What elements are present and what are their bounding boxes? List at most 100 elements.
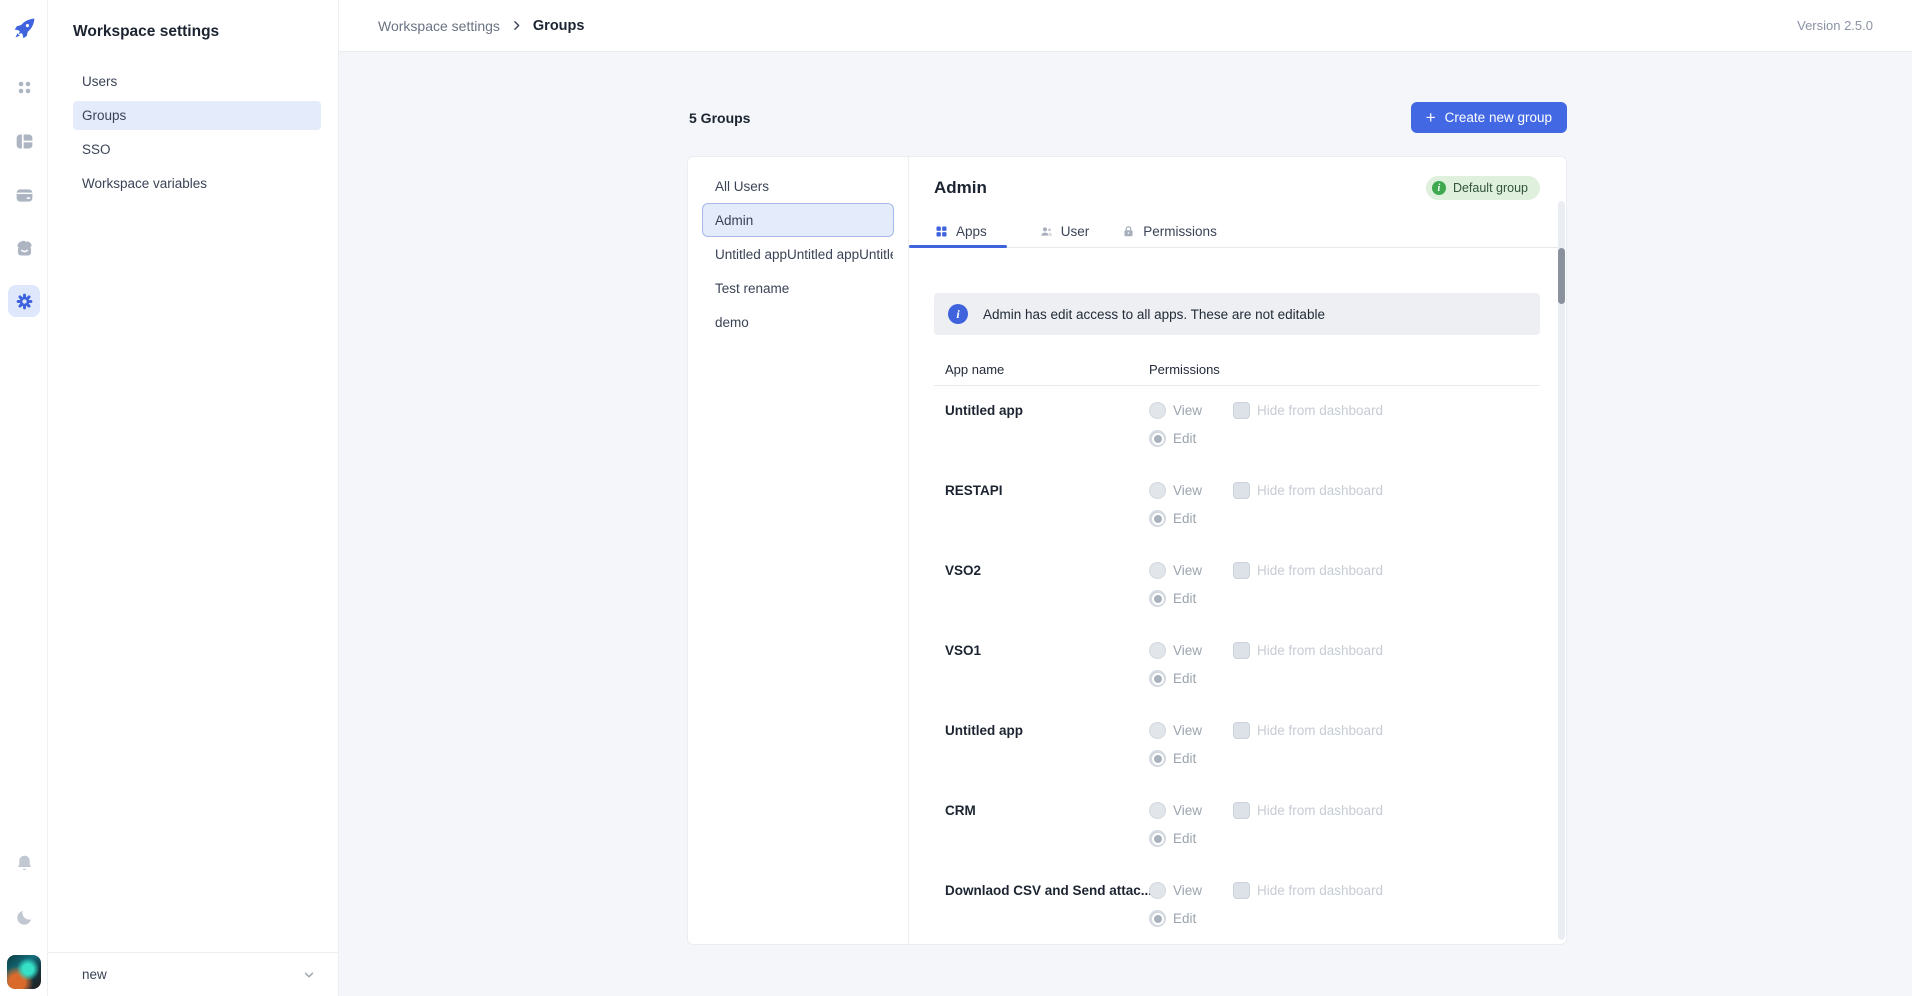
app-name: Downlaod CSV and Send attac... [934,882,1147,945]
edit-radio[interactable] [1149,670,1166,687]
hide-from-dashboard-checkbox[interactable] [1233,562,1250,579]
edit-label: Edit [1173,671,1196,686]
group-title: Admin [934,178,987,198]
info-circle-icon: i [948,304,968,324]
view-radio[interactable] [1149,722,1166,739]
edit-label: Edit [1173,431,1196,446]
app-permission-row: Untitled app View Hide from dashboard Ed… [934,706,1540,786]
app-name: CRM [934,802,1147,866]
hide-from-dashboard-checkbox[interactable] [1233,482,1250,499]
workspace-settings-gear-icon[interactable] [8,285,40,317]
breadcrumb: Workspace settings Groups [378,18,584,34]
rocket-logo-icon[interactable] [12,16,37,41]
permissions-table-header: App name Permissions [934,353,1540,386]
view-radio[interactable] [1149,642,1166,659]
app-builder-layout-icon[interactable] [8,125,40,157]
edit-label: Edit [1173,911,1196,926]
app-permission-row: Downlaod CSV and Send attac... View Hide… [934,866,1540,945]
view-label: View [1173,803,1226,818]
apps-grid-icon [934,224,949,239]
edit-radio[interactable] [1149,830,1166,847]
hide-from-dashboard-label: Hide from dashboard [1257,803,1383,818]
breadcrumb-current: Groups [533,18,585,34]
app-name: Untitled app [934,722,1147,786]
app-permission-row: RESTAPI View Hide from dashboard Edit [934,466,1540,546]
app-name: Untitled app [934,402,1147,466]
app-permission-row: Untitled app View Hide from dashboard Ed… [934,386,1540,466]
sidebar-menu: Users Groups SSO Workspace variables [73,67,321,203]
view-radio[interactable] [1149,402,1166,419]
sidebar-item-sso[interactable]: SSO [73,135,321,164]
tab-permissions[interactable]: Permissions [1121,215,1217,247]
edit-radio[interactable] [1149,430,1166,447]
view-label: View [1173,883,1226,898]
sidebar-title: Workspace settings [73,23,219,41]
workspace-name: new [82,967,107,982]
groups-card: All UsersAdminUntitled appUntitled appUn… [687,156,1567,945]
group-list-item-demo[interactable]: demo [702,305,894,339]
app-name: VSO1 [934,642,1147,706]
tab-user[interactable]: User [1039,215,1090,247]
marketplace-icon[interactable] [8,232,40,264]
edit-radio[interactable] [1149,590,1166,607]
group-list-item-test-rename[interactable]: Test rename [702,271,894,305]
app-permission-row: VSO1 View Hide from dashboard Edit [934,626,1540,706]
app-name: RESTAPI [934,482,1147,546]
edit-radio[interactable] [1149,750,1166,767]
version-label: Version 2.5.0 [1797,18,1873,33]
view-radio[interactable] [1149,562,1166,579]
hide-from-dashboard-label: Hide from dashboard [1257,403,1383,418]
app-permission-row: VSO2 View Hide from dashboard Edit [934,546,1540,626]
edit-radio[interactable] [1149,910,1166,927]
apps-grid-icon[interactable] [8,71,40,103]
edit-label: Edit [1173,751,1196,766]
hide-from-dashboard-checkbox[interactable] [1233,802,1250,819]
sidebar-item-groups[interactable]: Groups [73,101,321,130]
groups-header: 5 Groups + Create new group [689,102,1567,133]
group-list-item-untitled-appuntitled-appuntitl[interactable]: Untitled appUntitled appUntitle... [702,237,894,271]
group-list-item-admin[interactable]: Admin [702,203,894,237]
create-new-group-button[interactable]: + Create new group [1411,102,1567,133]
default-group-badge: i Default group [1426,176,1540,200]
users-icon [1039,224,1054,239]
breadcrumb-parent[interactable]: Workspace settings [378,18,500,34]
chevron-right-icon [510,19,523,32]
edit-label: Edit [1173,591,1196,606]
hide-from-dashboard-checkbox[interactable] [1233,402,1250,419]
view-radio[interactable] [1149,482,1166,499]
chevron-down-icon [302,968,316,982]
scrollbar-thumb[interactable] [1558,248,1565,304]
group-list-item-all-users[interactable]: All Users [702,169,894,203]
hide-from-dashboard-checkbox[interactable] [1233,882,1250,899]
plus-icon: + [1426,109,1436,126]
hide-from-dashboard-checkbox[interactable] [1233,642,1250,659]
edit-radio[interactable] [1149,510,1166,527]
sidebar-item-workspace-variables[interactable]: Workspace variables [73,169,321,198]
hide-from-dashboard-checkbox[interactable] [1233,722,1250,739]
view-label: View [1173,723,1226,738]
hide-from-dashboard-label: Hide from dashboard [1257,483,1383,498]
database-icon[interactable] [8,179,40,211]
detail-tabs: Apps User Permissions [909,215,1565,248]
view-radio[interactable] [1149,882,1166,899]
view-label: View [1173,403,1226,418]
view-label: View [1173,643,1226,658]
group-detail-panel: Admin i Default group Apps User Permiss [909,157,1566,944]
app-permission-row: CRM View Hide from dashboard Edit [934,786,1540,866]
edit-label: Edit [1173,831,1196,846]
app-permissions-rows: Untitled app View Hide from dashboard Ed… [934,386,1540,945]
workspace-settings-page: Workspace settings Users Groups SSO Workspa… [0,0,1912,996]
green-info-dot-icon: i [1432,181,1446,195]
dark-mode-moon-icon[interactable] [8,901,40,933]
hide-from-dashboard-label: Hide from dashboard [1257,883,1383,898]
workspace-switcher[interactable]: new [48,952,338,996]
view-label: View [1173,483,1226,498]
view-radio[interactable] [1149,802,1166,819]
detail-scrollbar [1558,201,1565,940]
sidebar-item-users[interactable]: Users [73,67,321,96]
groups-count: 5 Groups [689,110,750,126]
lock-icon [1121,224,1136,239]
notifications-bell-icon[interactable] [8,847,40,879]
user-avatar[interactable] [7,955,41,989]
tab-apps[interactable]: Apps [909,215,1007,247]
